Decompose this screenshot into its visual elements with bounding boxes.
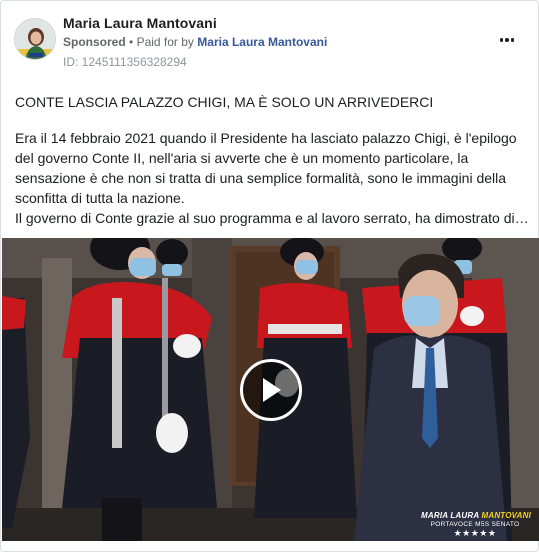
body-line: sensazione è che non si tratta di una se… (15, 170, 507, 186)
more-options-icon-dot (510, 38, 515, 42)
watermark-name: MARIA LAURA MANTOVANI (421, 511, 531, 520)
ad-id: ID: 1245111356328294 (63, 55, 187, 69)
paid-for-prefix: Paid for by (136, 35, 194, 49)
body-line: del governo Conte II, nell'aria si avver… (15, 150, 469, 166)
post-headline: CONTE LASCIA PALAZZO CHIGI, MA È SOLO UN… (15, 94, 434, 110)
sponsored-label: Sponsored (63, 35, 126, 49)
avatar[interactable] (14, 18, 56, 60)
more-options-button[interactable] (496, 31, 518, 49)
profile-photo-icon (15, 19, 55, 59)
play-button[interactable] (240, 359, 302, 421)
more-options-icon (499, 38, 504, 42)
page-name-link[interactable]: Maria Laura Mantovani (63, 15, 217, 31)
paid-for-by-link[interactable]: Maria Laura Mantovani (197, 35, 327, 49)
watermark-role: PORTAVOCE M5S SENATO (430, 521, 520, 528)
separator: • (129, 35, 134, 49)
watermark-stars: ★★★★★ (453, 528, 497, 538)
post-body: Era il 14 febbraio 2021 quando il Presid… (15, 128, 529, 228)
body-line: sconfitta di tutta la nazione. (15, 190, 185, 206)
play-icon (263, 378, 281, 402)
more-options-icon-dot (505, 38, 509, 42)
ad-post-card: Maria Laura Mantovani Sponsored • Paid f… (0, 0, 539, 552)
watermark-first-name: MARIA LAURA (421, 511, 480, 520)
watermark-last-name: MANTOVANI (481, 511, 531, 520)
sponsor-line: Sponsored • Paid for by Maria Laura Mant… (63, 35, 327, 49)
body-line: Era il 14 febbraio 2021 quando il Presid… (15, 130, 517, 146)
video-watermark: MARIA LAURA MANTOVANI PORTAVOCE M5S SENA… (421, 511, 531, 538)
body-line: Il governo di Conte grazie al suo progra… (15, 210, 529, 226)
